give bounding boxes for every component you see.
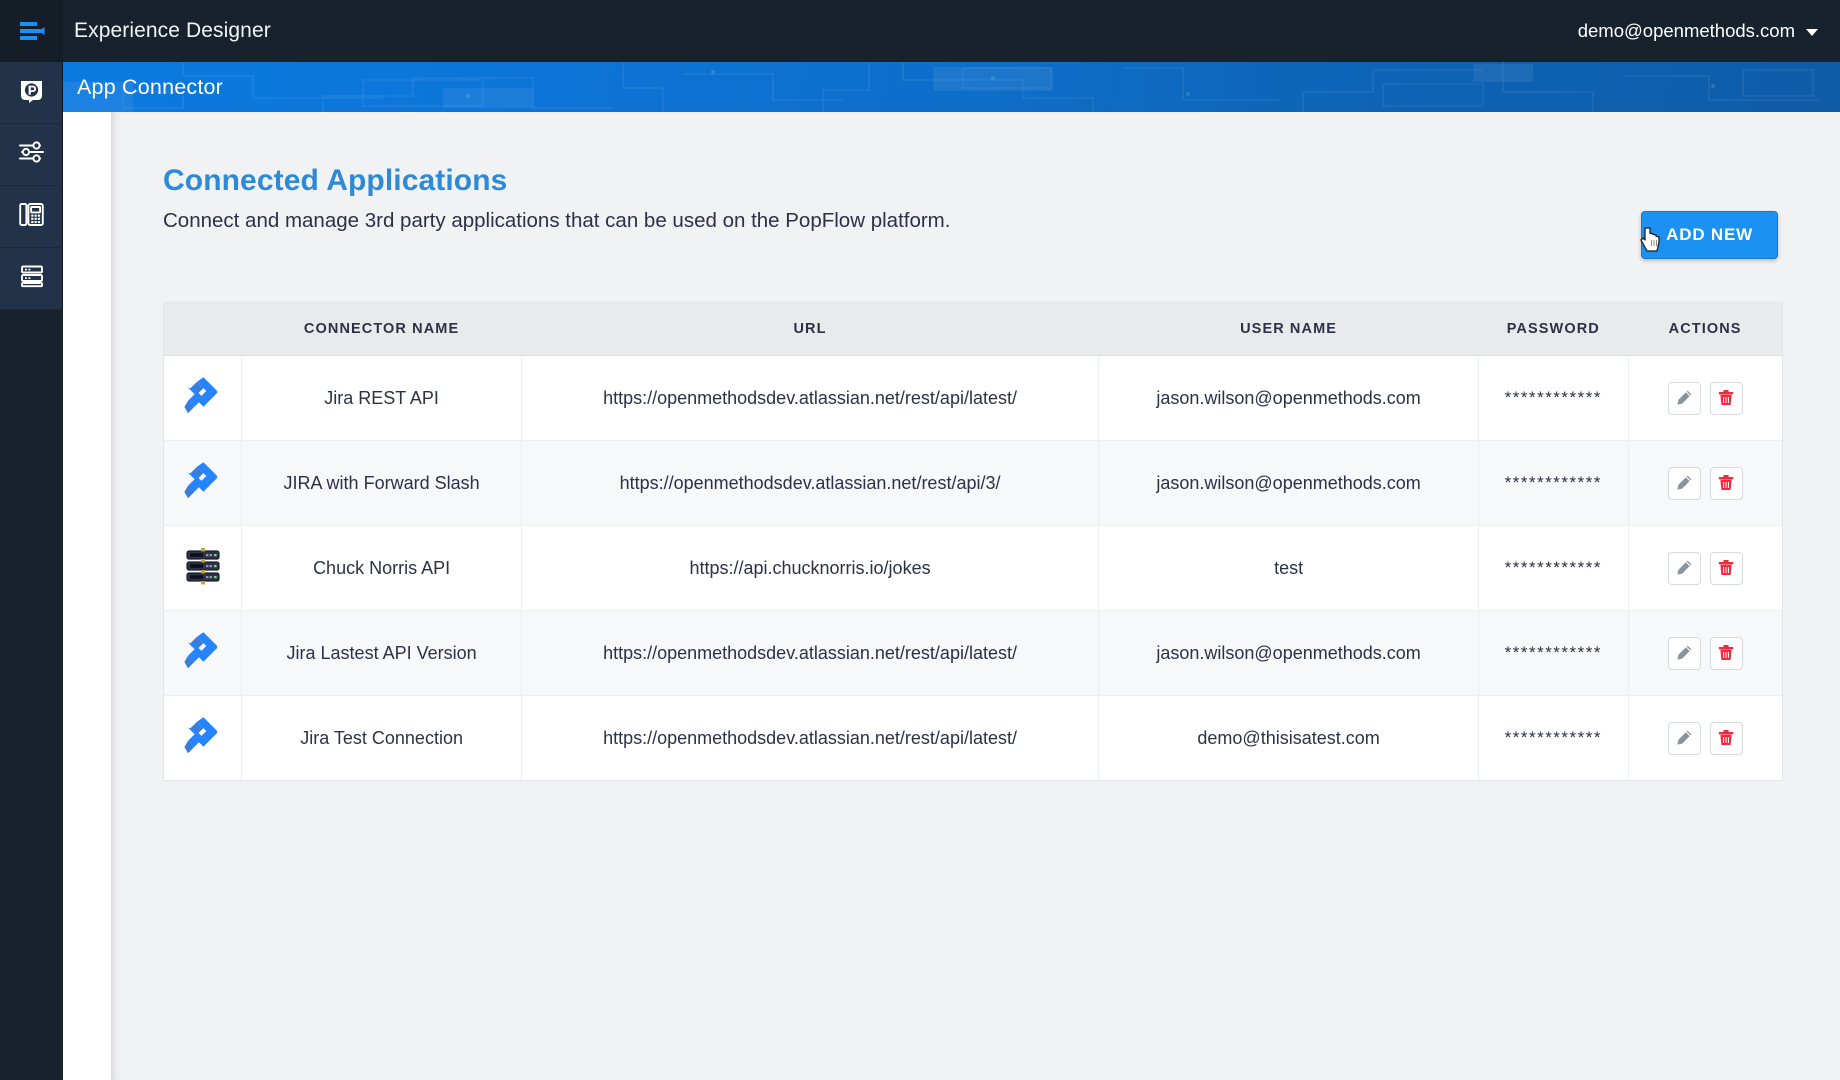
- edit-button[interactable]: [1667, 636, 1701, 670]
- table-row: Jira REST API https://openmethodsdev.atl…: [164, 355, 1782, 441]
- column-header-icon: [164, 303, 242, 356]
- row-password: ************: [1478, 440, 1629, 526]
- table-row: Chuck Norris API https://api.chucknorris…: [164, 525, 1782, 611]
- jira-logo-icon: [183, 460, 223, 507]
- hamburger-menu-icon: [18, 21, 46, 41]
- row-password: ************: [1478, 695, 1629, 780]
- row-app-icon-cell: [164, 695, 243, 780]
- row-password: ************: [1478, 355, 1629, 441]
- pencil-edit-icon: [1677, 390, 1692, 405]
- popflow-p-logo-icon: [19, 78, 44, 108]
- chevron-down-icon: [1806, 29, 1818, 36]
- page-title: Connected Applications: [163, 164, 508, 197]
- row-password: ************: [1478, 610, 1629, 696]
- table-row: JIRA with Forward Slash https://openmeth…: [164, 440, 1782, 526]
- table-header-row: CONNECTOR NAME URL USER NAME PASSWORD AC…: [164, 303, 1782, 356]
- column-header-connector-name: CONNECTOR NAME: [241, 303, 522, 356]
- table-body: Jira REST API https://openmethodsdev.atl…: [164, 355, 1782, 780]
- jira-logo-icon: [183, 375, 223, 422]
- delete-button[interactable]: [1709, 551, 1743, 585]
- trash-delete-icon: [1719, 560, 1734, 575]
- row-connector-name: Jira Lastest API Version: [241, 610, 522, 696]
- table-row: Jira Test Connection https://openmethods…: [164, 695, 1782, 780]
- trash-delete-icon: [1719, 645, 1734, 660]
- row-user-name: jason.wilson@openmethods.com: [1098, 440, 1479, 526]
- server-rack-icon: [184, 546, 222, 591]
- row-connector-name: Chuck Norris API: [241, 525, 522, 611]
- desk-phone-icon: [18, 201, 45, 233]
- page-subtitle: Connect and manage 3rd party application…: [163, 209, 951, 232]
- row-actions-cell: [1628, 695, 1782, 780]
- app-title: Experience Designer: [74, 19, 271, 42]
- edit-button[interactable]: [1667, 721, 1701, 755]
- trash-delete-icon: [1719, 390, 1734, 405]
- menu-toggle-button[interactable]: [0, 0, 63, 62]
- row-app-icon-cell: [164, 355, 243, 441]
- row-url: https://openmethodsdev.atlassian.net/res…: [521, 440, 1100, 526]
- sidebar-item-phone[interactable]: [0, 186, 63, 248]
- pencil-edit-icon: [1677, 645, 1692, 660]
- row-app-icon-cell: [164, 525, 243, 611]
- row-actions-cell: [1628, 355, 1782, 441]
- page-left-strip: [63, 112, 111, 1080]
- sidebar-item-connectors[interactable]: [0, 248, 63, 310]
- connectors-table: CONNECTOR NAME URL USER NAME PASSWORD AC…: [163, 302, 1783, 781]
- row-connector-name: JIRA with Forward Slash: [241, 440, 522, 526]
- sliders-settings-icon: [18, 140, 45, 169]
- trash-delete-icon: [1719, 730, 1734, 745]
- main-content: Connected Applications Connect and manag…: [111, 112, 1840, 1080]
- edit-button[interactable]: [1667, 466, 1701, 500]
- column-header-url: URL: [521, 303, 1099, 356]
- sidebar-item-popflow[interactable]: [0, 62, 63, 124]
- row-app-icon-cell: [164, 610, 243, 696]
- column-header-user-name: USER NAME: [1098, 303, 1479, 356]
- pencil-edit-icon: [1677, 560, 1692, 575]
- row-url: https://openmethodsdev.atlassian.net/res…: [521, 355, 1100, 441]
- row-actions-cell: [1628, 440, 1782, 526]
- edit-button[interactable]: [1667, 551, 1701, 585]
- row-user-name: jason.wilson@openmethods.com: [1098, 355, 1479, 441]
- row-actions-cell: [1628, 610, 1782, 696]
- edit-button[interactable]: [1667, 381, 1701, 415]
- row-user-name: test: [1098, 525, 1479, 611]
- page-header: Connected Applications Connect and manag…: [111, 112, 1840, 233]
- row-user-name: demo@thisisatest.com: [1098, 695, 1479, 780]
- jira-logo-icon: [183, 630, 223, 677]
- jira-logo-icon: [183, 715, 223, 762]
- column-header-actions: ACTIONS: [1628, 303, 1782, 356]
- sidebar-nav: [0, 62, 63, 1080]
- delete-button[interactable]: [1709, 721, 1743, 755]
- row-url: https://openmethodsdev.atlassian.net/res…: [521, 610, 1100, 696]
- sidebar-item-settings[interactable]: [0, 124, 63, 186]
- row-connector-name: Jira REST API: [241, 355, 522, 441]
- server-rack-icon: [19, 264, 45, 293]
- banner-title: App Connector: [77, 75, 224, 99]
- row-connector-name: Jira Test Connection: [241, 695, 522, 780]
- row-user-name: jason.wilson@openmethods.com: [1098, 610, 1479, 696]
- top-bar: Experience Designer demo@openmethods.com: [0, 0, 1840, 62]
- table-row: Jira Lastest API Version https://openmet…: [164, 610, 1782, 696]
- user-email-label: demo@openmethods.com: [1577, 20, 1795, 41]
- pencil-edit-icon: [1677, 730, 1692, 745]
- row-url: https://api.chucknorris.io/jokes: [521, 525, 1100, 611]
- delete-button[interactable]: [1709, 636, 1743, 670]
- row-actions-cell: [1628, 525, 1782, 611]
- row-app-icon-cell: [164, 440, 243, 526]
- trash-delete-icon: [1719, 475, 1734, 490]
- row-password: ************: [1478, 525, 1629, 611]
- column-header-password: PASSWORD: [1478, 303, 1629, 356]
- add-new-button[interactable]: ADD NEW: [1641, 211, 1778, 259]
- user-menu[interactable]: demo@openmethods.com: [1578, 20, 1840, 42]
- row-url: https://openmethodsdev.atlassian.net/res…: [521, 695, 1100, 780]
- pencil-edit-icon: [1677, 475, 1692, 490]
- page-banner: App Connector: [63, 62, 1840, 112]
- sidebar-empty-area: [0, 310, 63, 1080]
- delete-button[interactable]: [1709, 381, 1743, 415]
- delete-button[interactable]: [1709, 466, 1743, 500]
